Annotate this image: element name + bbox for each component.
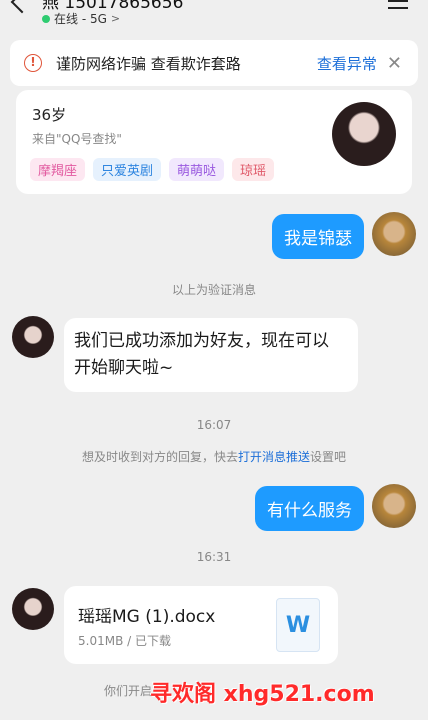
push-notice: 想及时收到对方的回复，快去打开消息推送设置吧 (0, 448, 428, 465)
footer-system-text: 你们开启 (104, 684, 153, 698)
status-text: 在线 - 5G (54, 12, 107, 26)
online-dot-icon (42, 14, 50, 23)
word-doc-icon: W (276, 598, 320, 652)
system-message: 以上为验证消息 (171, 283, 256, 297)
back-arrow-icon[interactable] (10, 0, 34, 14)
my-avatar[interactable] (372, 484, 416, 528)
message-bubble-sent[interactable]: 我是锦瑟 (272, 214, 364, 259)
file-message[interactable]: 瑶瑶MG (1).docx 5.01MB / 已下载 W (64, 586, 338, 664)
enable-push-link[interactable]: 打开消息推送 (238, 450, 310, 464)
warning-icon: ! (24, 54, 42, 72)
message-bubble-sent[interactable]: 有什么服务 (255, 486, 364, 531)
profile-card[interactable]: 36岁 来自"QQ号查找" 摩羯座 只爱英剧 萌萌哒 琼瑶 (16, 90, 412, 194)
chat-header: 燕 15017865656 在线 - 5G > (0, 0, 428, 36)
warning-text[interactable]: 谨防网络诈骗 查看欺诈套路 (56, 53, 241, 74)
word-letter: W (285, 613, 311, 638)
contact-avatar-small[interactable] (12, 588, 54, 630)
contact-avatar[interactable] (332, 102, 396, 166)
contact-avatar-small[interactable] (12, 316, 54, 358)
view-abnormal-link[interactable]: 查看异常 (317, 53, 377, 74)
profile-source: 来自"QQ号查找" (32, 132, 122, 146)
watermark-logo: 寻欢阁 xhg521.com (150, 682, 375, 707)
profile-tags: 摩羯座 只爱英剧 萌萌哒 琼瑶 (30, 158, 275, 181)
profile-age: 36岁 (32, 106, 67, 124)
profile-tag: 只爱英剧 (93, 158, 162, 181)
file-meta: 5.01MB / 已下载 (78, 634, 171, 648)
timestamp: 16:31 (196, 550, 232, 564)
my-avatar[interactable] (372, 212, 416, 256)
timestamp: 16:07 (196, 418, 232, 432)
profile-tag: 萌萌哒 (169, 158, 225, 181)
profile-tag: 摩羯座 (30, 158, 86, 181)
message-bubble-received[interactable]: 我们已成功添加为好友，现在可以 开始聊天啦~ (64, 318, 358, 392)
push-notice-text-end: 设置吧 (310, 450, 347, 464)
file-name: 瑶瑶MG (1).docx (78, 607, 216, 627)
profile-tag: 琼瑶 (232, 158, 275, 181)
push-notice-text: 想及时收到对方的回复，快去 (81, 450, 238, 464)
online-status[interactable]: 在线 - 5G > (42, 10, 120, 27)
menu-icon[interactable] (388, 0, 408, 14)
close-icon[interactable]: ✕ (387, 53, 402, 74)
message-line: 开始聊天啦~ (74, 358, 174, 378)
fraud-warning-banner: ! 谨防网络诈骗 查看欺诈套路 查看异常 ✕ (10, 40, 418, 86)
message-line: 我们已成功添加为好友，现在可以 (74, 331, 329, 351)
status-chevron-icon: > (110, 12, 121, 25)
